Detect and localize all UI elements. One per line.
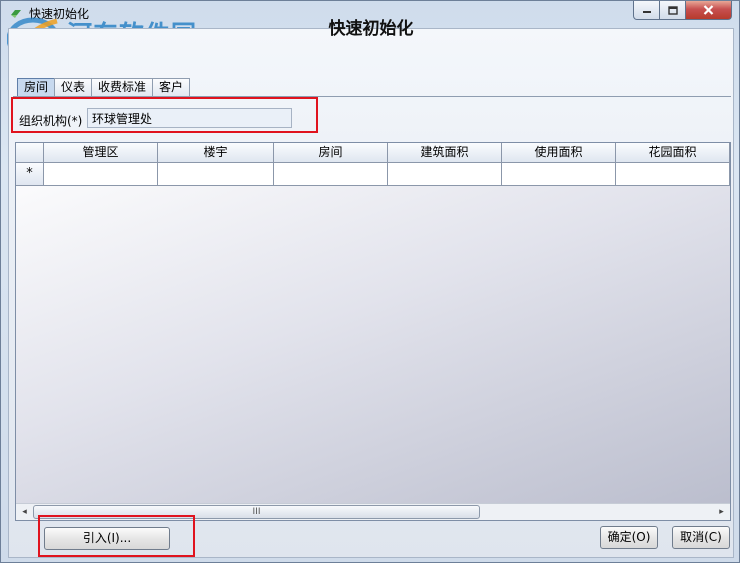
col-header-room[interactable]: 房间 bbox=[274, 143, 388, 163]
cell-building[interactable] bbox=[158, 163, 274, 186]
col-header-garden-area[interactable]: 花园面积 bbox=[616, 143, 730, 163]
cell-garden-area[interactable] bbox=[616, 163, 730, 186]
cell-management-area[interactable] bbox=[44, 163, 158, 186]
scroll-right-button[interactable]: ▸ bbox=[713, 504, 730, 520]
tab-customer[interactable]: 客户 bbox=[152, 78, 191, 96]
tab-charge-standard[interactable]: 收费标准 bbox=[91, 78, 154, 96]
room-grid[interactable]: 管理区 楼宇 房间 建筑面积 使用面积 花园面积 * ◂ III ▸ bbox=[15, 142, 731, 521]
cancel-button[interactable]: 取消(C) bbox=[672, 526, 730, 549]
ok-button[interactable]: 确定(O) bbox=[600, 526, 658, 549]
cell-room[interactable] bbox=[274, 163, 388, 186]
new-row-marker[interactable]: * bbox=[16, 163, 44, 186]
col-header-building[interactable]: 楼宇 bbox=[158, 143, 274, 163]
scroll-left-button[interactable]: ◂ bbox=[16, 504, 33, 520]
cell-building-area[interactable] bbox=[388, 163, 502, 186]
org-highlight-box bbox=[11, 97, 318, 133]
grid-corner-cell[interactable] bbox=[16, 143, 44, 163]
minimize-icon bbox=[642, 11, 651, 13]
dialog-window: 快速初始化 河东 bbox=[0, 0, 740, 563]
col-header-building-area[interactable]: 建筑面积 bbox=[388, 143, 502, 163]
grid-header: 管理区 楼宇 房间 建筑面积 使用面积 花园面积 bbox=[16, 143, 730, 163]
new-row: * bbox=[16, 163, 730, 186]
form-title: 快速初始化 bbox=[328, 19, 414, 39]
import-highlight-box bbox=[38, 515, 195, 557]
tab-strip: 房间 仪表 收费标准 客户 bbox=[17, 78, 191, 96]
col-header-usable-area[interactable]: 使用面积 bbox=[502, 143, 616, 163]
tab-room[interactable]: 房间 bbox=[17, 78, 56, 96]
cell-usable-area[interactable] bbox=[502, 163, 616, 186]
tab-meter[interactable]: 仪表 bbox=[54, 78, 93, 96]
col-header-management-area[interactable]: 管理区 bbox=[44, 143, 158, 163]
